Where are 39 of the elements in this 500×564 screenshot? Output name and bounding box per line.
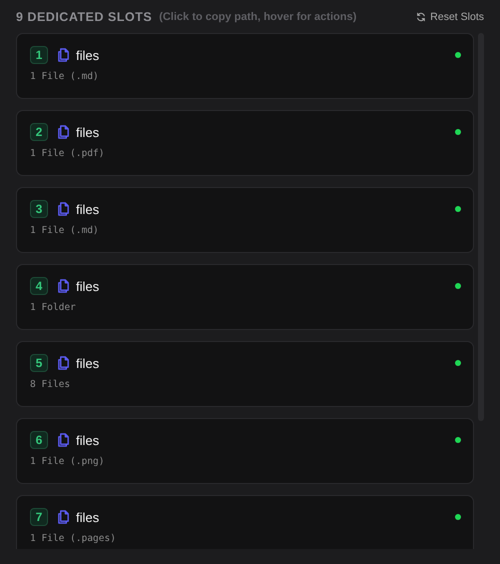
slot-name: files [76, 202, 100, 216]
files-icon [57, 432, 70, 448]
slot-number: 6 [30, 431, 48, 449]
slot-detail: 1 File (.md) [30, 225, 100, 236]
files-icon [57, 278, 70, 294]
slot-card[interactable]: 6 files 1 File (.png) [16, 418, 474, 484]
files-icon [57, 124, 70, 140]
slot-card[interactable]: 3 files 1 File (.md) [16, 187, 474, 253]
slot-name: files [76, 124, 100, 140]
slot-card[interactable]: 5 files 8 Files [16, 341, 474, 407]
slot-card[interactable]: 1 files 1 File (.md) [16, 33, 474, 99]
slot-number: 1 [30, 46, 48, 64]
slot-number: 5 [30, 354, 48, 372]
slot-number: 4 [30, 277, 48, 295]
slot-number: 2 [30, 123, 48, 141]
slot-card[interactable]: 7 files 1 File (.pages) [16, 495, 474, 549]
reset-slots-button[interactable]: Reset Slots [416, 10, 484, 22]
files-icon [57, 356, 70, 370]
slot-card[interactable]: 4 files 1 Folder [16, 264, 474, 330]
slot-detail: 1 File (.png) [30, 456, 106, 467]
slot-detail: 1 File (.pdf) [30, 148, 106, 159]
slot-name: files [76, 432, 100, 448]
slot-card[interactable]: 2 files 1 File (.pdf) [16, 110, 474, 176]
slot-detail: 8 Files [30, 379, 72, 390]
refresh-icon [416, 12, 426, 22]
slot-detail: 1 Folder [30, 302, 77, 313]
hint-text: (Click to copy path, hover for actions) [159, 10, 358, 22]
slot-name: files [76, 48, 100, 62]
files-icon [57, 510, 70, 524]
slot-detail: 1 File (.md) [30, 71, 100, 82]
slot-number: 3 [30, 200, 48, 218]
slot-name: files [76, 278, 100, 294]
slot-detail: 1 File (.pages) [30, 533, 117, 544]
files-icon [57, 202, 70, 216]
section-title: 9 DEDICATED SLOTS [16, 10, 152, 24]
slot-name: files [76, 356, 100, 370]
slot-name: files [76, 510, 100, 524]
files-icon [57, 48, 70, 62]
slot-number: 7 [30, 508, 48, 526]
